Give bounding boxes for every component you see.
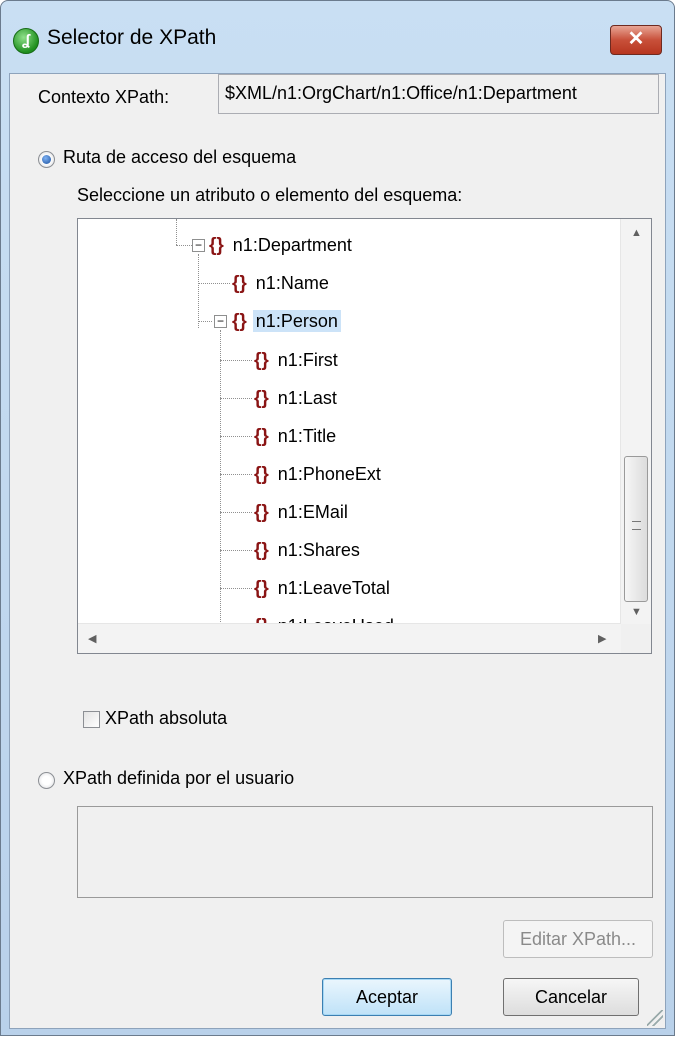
tree-line: [176, 219, 177, 245]
tree-line: [220, 360, 252, 361]
context-label: Contexto XPath:: [38, 87, 170, 107]
tree-line: [220, 330, 221, 650]
tree-line: [220, 474, 252, 475]
element-icon: {}: [232, 311, 247, 332]
tree-item-email[interactable]: {} n1:EMail: [254, 497, 351, 527]
tree-line: [198, 321, 212, 322]
user-xpath-label[interactable]: XPath definida por el usuario: [63, 768, 294, 789]
scroll-left-icon[interactable]: ◀: [88, 632, 96, 645]
collapse-toggle[interactable]: −: [214, 315, 227, 328]
title-bar[interactable]: ʆ Selector de XPath ✕: [1, 1, 674, 73]
tree-item-department[interactable]: {} n1:Department: [209, 230, 355, 260]
tree-line: [220, 512, 252, 513]
schema-tree[interactable]: − {} n1:Department {} n1:Name − {} n1:Perso…: [77, 218, 652, 654]
xpath-selector-dialog: ʆ Selector de XPath ✕ Contexto XPath: $X…: [0, 0, 675, 1036]
tree-line: [176, 245, 192, 246]
resize-grip[interactable]: [647, 1010, 663, 1026]
tree-line: [220, 550, 252, 551]
dialog-body: Contexto XPath: $XML/n1:OrgChart/n1:Offi…: [9, 73, 666, 1029]
element-icon: {}: [254, 464, 269, 485]
tree-item-shares[interactable]: {} n1:Shares: [254, 535, 363, 565]
absolute-xpath-checkbox[interactable]: [83, 711, 100, 728]
close-button[interactable]: ✕: [610, 25, 662, 55]
scroll-down-icon[interactable]: ▼: [631, 606, 642, 618]
element-icon: {}: [232, 273, 247, 294]
tree-line: [198, 283, 230, 284]
tree-item-last[interactable]: {} n1:Last: [254, 383, 340, 413]
collapse-toggle[interactable]: −: [192, 239, 205, 252]
element-icon: {}: [254, 350, 269, 371]
scroll-up-icon[interactable]: ▲: [631, 227, 642, 239]
tree-item-person[interactable]: {} n1:Person: [232, 306, 341, 336]
close-icon: ✕: [627, 28, 645, 50]
ok-button[interactable]: Aceptar: [322, 978, 452, 1016]
absolute-xpath-label[interactable]: XPath absoluta: [105, 708, 227, 729]
vertical-scrollbar[interactable]: ▲ ▼: [620, 219, 651, 624]
tree-item-first[interactable]: {} n1:First: [254, 345, 341, 375]
cancel-button[interactable]: Cancelar: [503, 978, 639, 1016]
horizontal-scrollbar[interactable]: ◀ ▶: [78, 623, 621, 653]
app-icon: ʆ: [13, 28, 39, 54]
schema-path-label[interactable]: Ruta de acceso del esquema: [63, 147, 296, 168]
element-icon: {}: [254, 388, 269, 409]
tree-item-leavetotal[interactable]: {} n1:LeaveTotal: [254, 573, 393, 603]
element-icon: {}: [254, 502, 269, 523]
tree-line: [220, 436, 252, 437]
tree-item-phoneext[interactable]: {} n1:PhoneExt: [254, 459, 384, 489]
context-field[interactable]: $XML/n1:OrgChart/n1:Office/n1:Department: [218, 74, 659, 114]
scrollbar-corner: [621, 624, 651, 653]
dialog-title: Selector de XPath: [47, 26, 217, 49]
element-icon: {}: [254, 540, 269, 561]
schema-path-radio[interactable]: [38, 151, 55, 168]
element-icon: {}: [209, 235, 224, 256]
user-xpath-radio[interactable]: [38, 772, 55, 789]
element-icon: {}: [254, 578, 269, 599]
tree-item-name[interactable]: {} n1:Name: [232, 268, 332, 298]
user-xpath-textarea[interactable]: [77, 806, 653, 898]
scroll-right-icon[interactable]: ▶: [598, 632, 606, 645]
tree-line: [220, 398, 252, 399]
tree-line: [220, 588, 252, 589]
element-icon: {}: [254, 426, 269, 447]
vertical-scroll-thumb[interactable]: [624, 456, 648, 602]
schema-instruction: Seleccione un atributo o elemento del es…: [77, 185, 463, 205]
grip-icon: [632, 521, 641, 530]
edit-xpath-button[interactable]: Editar XPath...: [503, 920, 653, 958]
tree-line: [198, 254, 199, 328]
tree-item-title[interactable]: {} n1:Title: [254, 421, 339, 451]
